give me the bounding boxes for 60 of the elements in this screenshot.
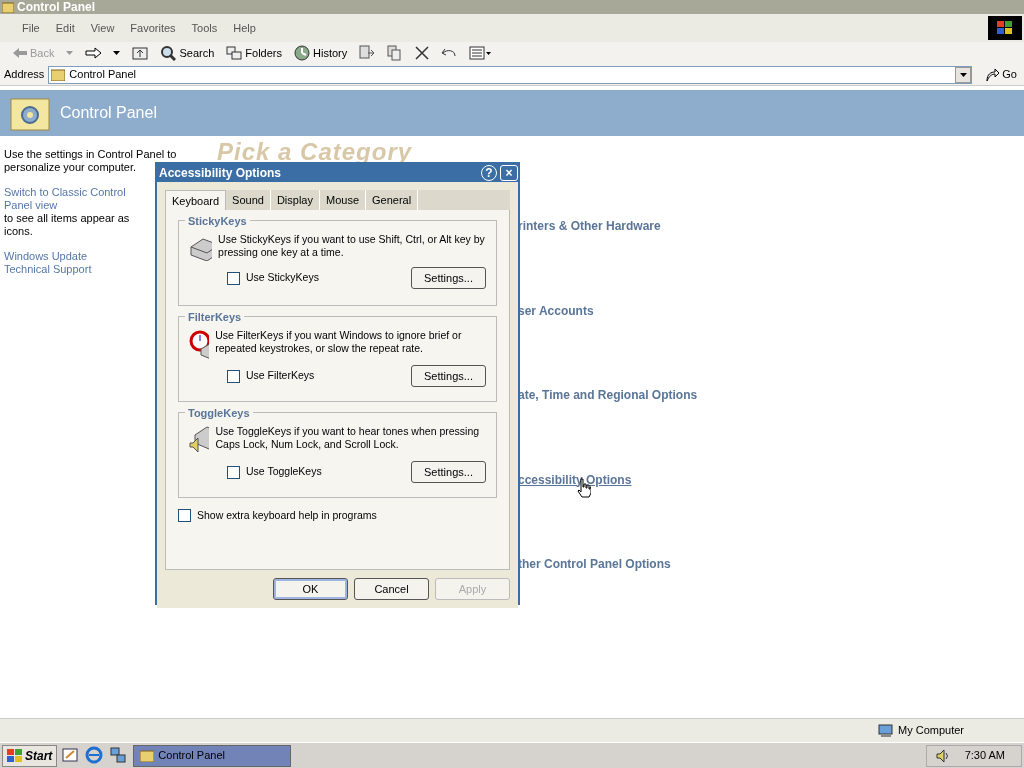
checkbox-label: Use ToggleKeys <box>246 464 322 480</box>
menu-item[interactable]: View <box>82 19 123 37</box>
address-label: Address <box>4 67 45 83</box>
checkbox-label: Use FilterKeys <box>246 368 315 384</box>
menu-item[interactable]: Favorites <box>122 19 184 37</box>
folder-icon <box>140 749 155 762</box>
folders-icon <box>226 46 243 60</box>
search-button[interactable]: Search <box>157 44 218 62</box>
menu-item[interactable]: Help <box>225 19 264 37</box>
checkbox[interactable] <box>227 465 240 479</box>
start-button[interactable]: Start <box>2 744 58 767</box>
settings-button[interactable]: Settings... <box>411 461 486 483</box>
history-icon <box>294 45 310 61</box>
header-title: Control Panel <box>60 103 157 123</box>
windows-logo-icon <box>7 748 23 763</box>
tab[interactable]: Keyboard <box>165 190 227 210</box>
intro-text: Use the settings in Control Panel to <box>4 148 177 161</box>
sidebar-link[interactable]: Technical Support <box>4 263 92 275</box>
dialog-button[interactable]: Cancel <box>354 578 429 600</box>
clock: 7:30 AM <box>964 748 1005 764</box>
dialog-button[interactable]: OK <box>273 578 348 600</box>
checkbox-label: Show extra keyboard help in programs <box>197 508 377 523</box>
menu-item[interactable]: Edit <box>47 19 83 37</box>
taskbar-button[interactable]: Control Panel <box>133 744 292 767</box>
window-title: Control Panel <box>17 0 95 14</box>
computer-icon <box>877 723 894 738</box>
folder-icon <box>51 68 66 81</box>
dialog-title: Accessibility Options <box>159 165 283 182</box>
control-panel-icon <box>10 95 50 131</box>
intro-text: personalize your computer. <box>4 161 137 174</box>
close-button[interactable]: × <box>500 165 518 181</box>
group-description: Use FilterKeys if you want Windows to ignore brief or repeated keystrokes, or slow the repeat rate. <box>215 329 463 356</box>
checkbox[interactable] <box>178 509 191 523</box>
zone-label: My Computer <box>897 723 964 739</box>
group-description: Use StickyKeys if you want to use Shift, Ctrl, or Alt key by pressing one key at a time. <box>218 233 486 260</box>
history-button[interactable]: History <box>291 44 351 62</box>
search-icon <box>160 45 177 61</box>
group-description: Use ToggleKeys if you want to hear tones when pressing Caps Lock, Num Lock, and Scroll Lock. <box>215 425 481 452</box>
address-field[interactable]: Control Panel <box>48 65 973 84</box>
checkbox[interactable] <box>227 369 240 383</box>
sidebar-link[interactable]: Windows Update <box>4 250 88 262</box>
keyboard-key-icon <box>189 425 210 455</box>
checkbox[interactable] <box>227 271 240 285</box>
settings-button[interactable]: Settings... <box>411 365 486 387</box>
menu-item[interactable]: File <box>14 19 48 37</box>
switch-view-link[interactable]: Switch to Classic Control Panel view <box>4 186 154 212</box>
pick-category-heading: Pick a Category <box>217 137 413 167</box>
help-button[interactable]: ? <box>481 165 497 181</box>
settings-button[interactable]: Settings... <box>411 267 486 289</box>
go-button[interactable]: Go <box>982 66 1020 83</box>
speaker-icon[interactable] <box>934 747 951 764</box>
checkbox-label: Use StickyKeys <box>246 270 319 286</box>
back-arrow-icon <box>13 47 27 59</box>
menu-item[interactable]: Tools <box>183 19 226 37</box>
keyboard-key-icon <box>189 329 210 359</box>
folders-button[interactable]: Folders <box>223 44 285 62</box>
windows-logo <box>988 16 1022 40</box>
switch-view-text: Switch to Classic Control Panel view to see all items appear as icons. <box>4 186 154 238</box>
dropdown-arrow-icon[interactable] <box>959 72 967 77</box>
go-arrow-icon <box>985 67 1000 82</box>
